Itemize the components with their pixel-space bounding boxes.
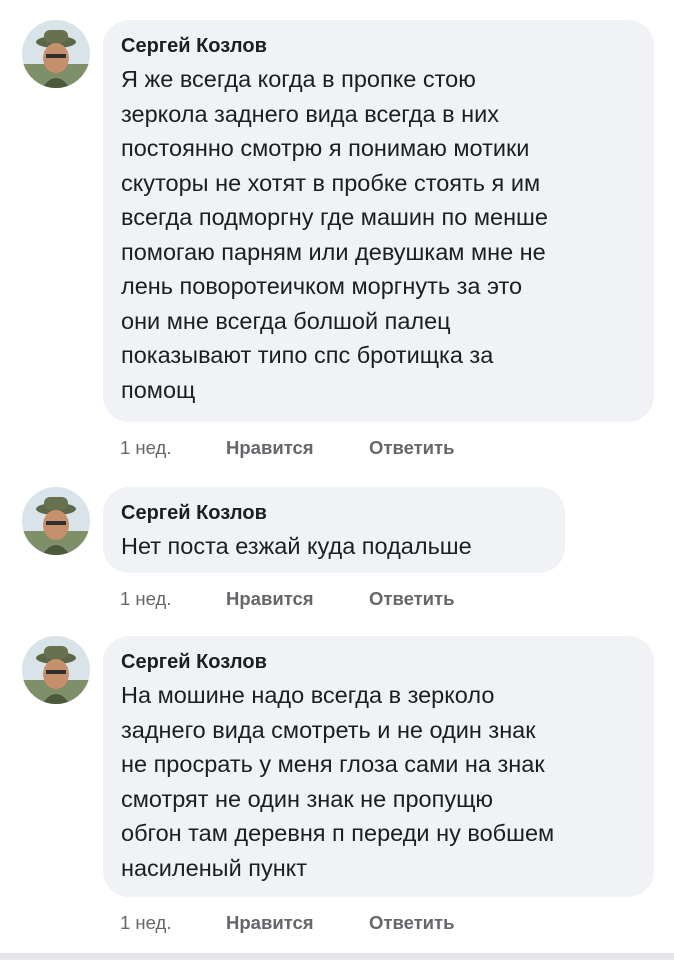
reply-button[interactable]: Ответить — [369, 909, 455, 937]
like-button[interactable]: Нравится — [226, 909, 314, 937]
comment-bubble: Сергей Козлов Нет поста езжай куда подал… — [103, 487, 565, 573]
comment-text: Нет поста езжай куда подальше — [121, 533, 472, 559]
avatar[interactable] — [22, 636, 90, 704]
reply-button[interactable]: Ответить — [369, 585, 455, 613]
comment-bubble: Сергей Козлов На мошине надо всегда в зе… — [103, 636, 654, 897]
comment-text: На мошине надо всегда в зерколо заднего … — [121, 682, 555, 881]
like-button[interactable]: Нравится — [226, 585, 314, 613]
comment-bubble: Сергей Козлов Я же всегда когда в пропке… — [103, 20, 654, 422]
user-photo-icon — [22, 20, 90, 88]
divider — [0, 953, 674, 960]
comment-timestamp[interactable]: 1 нед. — [120, 585, 171, 613]
avatar[interactable] — [22, 20, 90, 88]
comment-author[interactable]: Сергей Козлов — [121, 34, 634, 58]
avatar[interactable] — [22, 487, 90, 555]
reply-button[interactable]: Ответить — [369, 434, 455, 462]
user-photo-icon — [22, 487, 90, 555]
comment-text: Я же всегда когда в пропке стою зеркола … — [121, 66, 548, 403]
comment-author[interactable]: Сергей Козлов — [121, 501, 545, 525]
comment-author[interactable]: Сергей Козлов — [121, 650, 634, 674]
user-photo-icon — [22, 636, 90, 704]
comment-timestamp[interactable]: 1 нед. — [120, 909, 171, 937]
comment-timestamp[interactable]: 1 нед. — [120, 434, 171, 462]
like-button[interactable]: Нравится — [226, 434, 314, 462]
